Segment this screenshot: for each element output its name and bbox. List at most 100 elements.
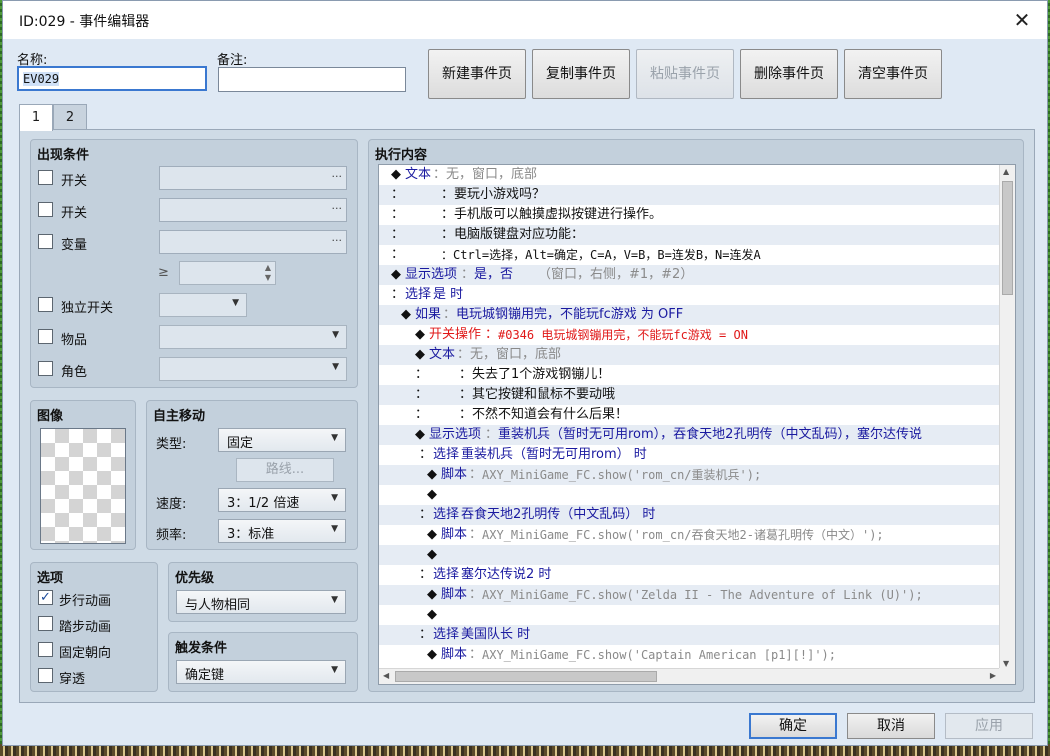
spin-down-icon[interactable]: ▼ (265, 273, 271, 282)
variable-value-spinner[interactable]: ▲ ▼ (179, 261, 276, 285)
route-button[interactable]: 路线... (236, 458, 334, 482)
command-marker: ◆ (427, 487, 437, 502)
command-marker: ◆ (427, 527, 437, 542)
command-keyword: 显示选项 (405, 267, 458, 282)
command-text: 塞尔达传说2 时 (461, 567, 552, 582)
command-row[interactable]: ◆ (379, 605, 1000, 625)
tab-page-2[interactable]: 2 (53, 104, 87, 130)
item-checkbox[interactable] (38, 329, 53, 344)
actor-select[interactable]: ▼ (159, 357, 347, 381)
command-marker: ◆ (391, 267, 401, 282)
variable-label: 变量 (61, 238, 88, 253)
command-detail: （窗口，右侧，#1，#2） (538, 267, 694, 282)
apply-button[interactable]: 应用 (945, 713, 1033, 739)
trigger-title: 触发条件 (175, 641, 228, 656)
cancel-button[interactable]: 取消 (847, 713, 935, 739)
vertical-scrollbar[interactable]: ▲ ▼ (999, 165, 1015, 670)
command-row[interactable]: ◆ 开关操作： #0346 电玩城钢镚用完，不能玩fc游戏 = ON (379, 325, 1000, 345)
switch1-checkbox[interactable] (38, 170, 53, 185)
trigger-select[interactable]: 确定键 ▼ (176, 660, 346, 684)
actor-checkbox[interactable] (38, 361, 53, 376)
command-separator: ： (461, 267, 475, 282)
command-row[interactable]: ：选择 塞尔达传说2 时 (379, 565, 1000, 585)
command-row[interactable]: ： ：要玩小游戏吗？ (379, 185, 1000, 205)
stepping-anim-checkbox[interactable] (38, 616, 53, 631)
copy-page-button[interactable]: 复制事件页 (532, 49, 630, 99)
direction-fix-checkbox[interactable] (38, 642, 53, 657)
name-input[interactable]: EV029 (17, 66, 207, 91)
scroll-left-icon[interactable]: ◀ (383, 671, 389, 680)
command-row[interactable]: ◆ 文本 ：无，窗口，底部 (379, 345, 1000, 365)
command-row[interactable]: ： ：电脑版键盘对应功能： (379, 225, 1000, 245)
self-switch-label: 独立开关 (61, 301, 114, 316)
switch1-field[interactable]: ··· (159, 166, 347, 190)
switch2-checkbox[interactable] (38, 202, 53, 217)
priority-select[interactable]: 与人物相同 ▼ (176, 590, 346, 614)
autonomous-title: 自主移动 (153, 409, 206, 424)
spin-up-icon[interactable]: ▲ (265, 263, 271, 272)
speed-select[interactable]: 3：1/2 倍速 ▼ (218, 488, 346, 512)
command-marker: ： (391, 287, 405, 302)
autonomous-movement-group: 自主移动 类型: 固定 ▼ 路线... 速度: 3：1/2 倍速 ▼ 频率: 3：标… (146, 400, 358, 550)
new-page-button[interactable]: 新建事件页 (428, 49, 526, 99)
walking-anim-checkbox[interactable]: ✓ (38, 590, 53, 605)
tab-page-1[interactable]: 1 (19, 104, 53, 131)
command-row[interactable]: ◆ 脚本： AXY_MiniGame_FC.show('Zelda II - The… (379, 585, 1000, 605)
delete-page-button[interactable]: 删除事件页 (740, 49, 838, 99)
scroll-down-icon[interactable]: ▼ (1003, 659, 1009, 668)
command-row[interactable]: ： ：不然不知道会有什么后果！ (379, 405, 1000, 425)
command-row[interactable]: ◆ 脚本： AXY_MiniGame_FC.show('Captain Americ… (379, 645, 1000, 665)
item-label: 物品 (61, 333, 88, 348)
scroll-up-icon[interactable]: ▲ (1003, 167, 1009, 176)
command-row[interactable]: ： ：Ctrl=选择，Alt=确定，C=A，V=B，B=连发B，N=连发A (379, 245, 1000, 265)
command-row[interactable]: ：选择 是 时 (379, 285, 1000, 305)
command-keyword: 文本 (429, 347, 456, 362)
command-row[interactable]: ◆ (379, 485, 1000, 505)
command-marker: ◆ (427, 547, 437, 562)
scroll-right-icon[interactable]: ▶ (990, 671, 996, 680)
command-row[interactable]: ： ：其它按键和鼠标不要动哦 (379, 385, 1000, 405)
command-row[interactable]: ： ：失去了1个游戏钢镚儿！ (379, 365, 1000, 385)
command-row[interactable]: ：选择 吞食天地2孔明传（中文乱码） 时 (379, 505, 1000, 525)
command-row[interactable]: ◆ (379, 545, 1000, 565)
command-list[interactable]: ◆ 文本 ：无，窗口，底部：：要玩小游戏吗？：：手机版可以触摸虚拟按键进行操作。：：… (378, 164, 1016, 685)
command-row[interactable]: ◆ 脚本： AXY_MiniGame_FC.show('rom_cn/吞食天地2-诸… (379, 525, 1000, 545)
command-text: 重装机兵（暂时无可用rom） 时 (461, 447, 647, 462)
command-text: 重装机兵（暂时无可用rom），吞食天地2孔明传（中文乱码），塞尔达传说 (498, 427, 922, 442)
clear-page-button[interactable]: 清空事件页 (844, 49, 942, 99)
paste-page-button[interactable]: 粘贴事件页 (636, 49, 734, 99)
command-separator: ：无，窗口，底部 (457, 347, 562, 362)
command-row[interactable]: ◆ 显示选项：是，否 （窗口，右侧，#1，#2） (379, 265, 1000, 285)
note-input[interactable] (218, 67, 406, 92)
variable-checkbox[interactable] (38, 234, 53, 249)
horizontal-scrollbar[interactable]: ◀ ▶ (379, 668, 1000, 684)
character-image-picker[interactable] (40, 428, 126, 544)
chevron-down-icon: ▼ (232, 298, 239, 308)
through-label: 穿透 (59, 672, 86, 687)
close-icon[interactable]: ✕ (1011, 9, 1033, 31)
hscroll-thumb[interactable] (395, 671, 657, 682)
frequency-select[interactable]: 3：标准 ▼ (218, 519, 346, 543)
self-switch-checkbox[interactable] (38, 297, 53, 312)
command-row[interactable]: ： ：手机版可以触摸虚拟按键进行操作。 (379, 205, 1000, 225)
through-checkbox[interactable] (38, 668, 53, 683)
move-type-select[interactable]: 固定 ▼ (218, 428, 346, 452)
chevron-down-icon: ▼ (332, 362, 339, 372)
command-separator: ： (485, 327, 499, 342)
command-row[interactable]: ：选择 美国队长 时 (379, 625, 1000, 645)
scroll-thumb[interactable] (1002, 181, 1013, 295)
command-row[interactable]: ：选择 重装机兵（暂时无可用rom） 时 (379, 445, 1000, 465)
item-select[interactable]: ▼ (159, 325, 347, 349)
variable-field[interactable]: ··· (159, 230, 347, 254)
self-switch-select[interactable]: ▼ (159, 293, 247, 317)
command-separator: ： (469, 587, 483, 602)
command-row[interactable]: ◆ 文本 ：无，窗口，底部 (379, 165, 1000, 185)
command-row[interactable]: ◆ 脚本： AXY_MiniGame_FC.show('rom_cn/重装机兵'); (379, 465, 1000, 485)
move-type-value: 固定 (227, 436, 254, 451)
ok-button[interactable]: 确定 (749, 713, 837, 739)
switch2-field[interactable]: ··· (159, 198, 347, 222)
command-row[interactable]: ◆ 如果：电玩城钢镚用完，不能玩fc游戏 为 OFF (379, 305, 1000, 325)
trigger-value: 确定键 (185, 668, 225, 683)
command-keyword: 显示选项 (429, 427, 482, 442)
command-row[interactable]: ◆ 显示选项：重装机兵（暂时无可用rom），吞食天地2孔明传（中文乱码），塞尔达传… (379, 425, 1000, 445)
